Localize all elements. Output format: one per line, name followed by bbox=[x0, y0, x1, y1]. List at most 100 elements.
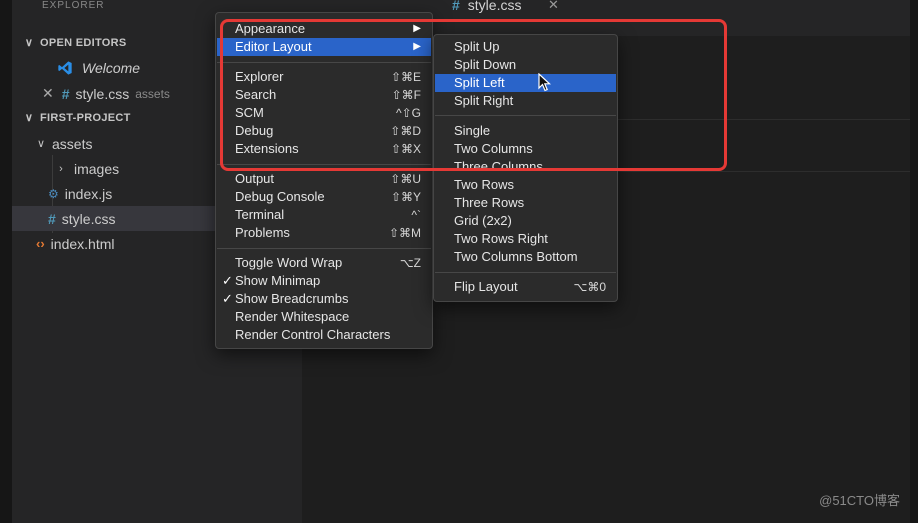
tree-item-label: index.html bbox=[50, 235, 115, 252]
menu-item-explorer[interactable]: Explorer ⇧⌘E bbox=[217, 68, 431, 86]
menu-item-debug[interactable]: Debug ⇧⌘D bbox=[217, 122, 431, 140]
menu-item-label: Grid (2x2) bbox=[454, 213, 512, 228]
menu-item-label: Debug Console bbox=[235, 189, 325, 204]
editor-layout-submenu: Split Up Split Down Split Left Split Rig… bbox=[433, 34, 618, 302]
menu-shortcut: ⇧⌘E bbox=[390, 70, 421, 84]
menu-separator bbox=[435, 115, 616, 116]
submenu-arrow-icon: ▶ bbox=[413, 41, 421, 52]
menu-item-two-columns-bottom[interactable]: Two Columns Bottom bbox=[435, 248, 616, 266]
tab-close-icon[interactable]: ✕ bbox=[548, 0, 559, 14]
menu-item-label: Output bbox=[235, 171, 275, 186]
menu-item-label: Split Right bbox=[454, 93, 514, 108]
menu-item-label: Three Columns bbox=[454, 159, 543, 174]
menu-shortcut: ⇧⌘M bbox=[388, 226, 421, 240]
menu-item-label: Split Left bbox=[454, 75, 505, 90]
menu-item-toggle-word-wrap[interactable]: Toggle Word Wrap ⌥Z bbox=[217, 254, 431, 272]
js-file-icon: ⚙ bbox=[48, 186, 59, 201]
menu-item-split-down[interactable]: Split Down bbox=[435, 56, 616, 74]
menu-shortcut: ⇧⌘F bbox=[391, 88, 421, 102]
menu-item-label: Toggle Word Wrap bbox=[235, 255, 343, 270]
tree-item-label: assets bbox=[52, 135, 93, 152]
menu-item-label: Debug bbox=[235, 123, 274, 138]
tab-label: style.css bbox=[467, 0, 522, 13]
tree-item-label: style.css bbox=[61, 210, 116, 227]
menu-item-two-rows[interactable]: Two Rows bbox=[435, 176, 616, 194]
view-menu: Appearance ▶ Editor Layout ▶ Explorer ⇧⌘… bbox=[215, 12, 433, 349]
menu-item-render-control-characters[interactable]: Render Control Characters bbox=[217, 326, 431, 344]
menu-item-label: Split Down bbox=[454, 57, 517, 72]
close-icon[interactable]: ✕ bbox=[42, 85, 54, 102]
submenu-arrow-icon: ▶ bbox=[413, 23, 421, 34]
menu-item-appearance[interactable]: Appearance ▶ bbox=[217, 20, 431, 38]
menu-item-split-right[interactable]: Split Right bbox=[435, 92, 616, 110]
menu-item-three-columns[interactable]: Three Columns bbox=[435, 158, 616, 176]
tree-item-label: index.js bbox=[64, 185, 113, 202]
tree-item-label: images bbox=[74, 160, 120, 177]
checkmark-icon: ✓ bbox=[222, 273, 233, 288]
menu-shortcut: ⌥⌘0 bbox=[573, 280, 606, 294]
css-file-icon: # bbox=[48, 210, 56, 227]
menu-item-two-rows-right[interactable]: Two Rows Right bbox=[435, 230, 616, 248]
menu-item-label: Render Control Characters bbox=[235, 327, 391, 342]
mouse-pointer-icon bbox=[538, 73, 552, 92]
checkmark-icon: ✓ bbox=[222, 291, 233, 306]
menu-item-flip-layout[interactable]: Flip Layout ⌥⌘0 bbox=[435, 278, 616, 296]
css-file-icon: # bbox=[61, 85, 70, 102]
menu-separator bbox=[217, 248, 431, 249]
open-editor-folder: assets bbox=[135, 86, 170, 101]
open-editor-label: Welcome bbox=[82, 59, 141, 76]
menu-separator bbox=[217, 62, 431, 63]
menu-item-label: Split Up bbox=[454, 39, 500, 54]
menu-item-show-minimap[interactable]: ✓ Show Minimap bbox=[217, 272, 431, 290]
menu-item-label: SCM bbox=[235, 105, 264, 120]
menu-item-single[interactable]: Single bbox=[435, 122, 616, 140]
vscode-icon bbox=[58, 60, 72, 75]
menu-item-label: Two Rows Right bbox=[454, 231, 548, 246]
menu-item-label: Flip Layout bbox=[454, 279, 518, 294]
menu-item-grid-2x2[interactable]: Grid (2x2) bbox=[435, 212, 616, 230]
html-file-icon: ‹› bbox=[36, 236, 45, 251]
menu-item-label: Show Breadcrumbs bbox=[235, 291, 349, 306]
menu-item-label: Search bbox=[235, 87, 277, 102]
menu-item-problems[interactable]: Problems ⇧⌘M bbox=[217, 224, 431, 242]
menu-shortcut: ⌥Z bbox=[399, 256, 421, 270]
menu-item-debug-console[interactable]: Debug Console ⇧⌘Y bbox=[217, 188, 431, 206]
menu-shortcut: ⇧⌘U bbox=[390, 172, 421, 186]
project-label: FIRST-PROJECT bbox=[40, 111, 131, 124]
sidebar-title: EXPLORER bbox=[42, 0, 105, 11]
menu-item-search[interactable]: Search ⇧⌘F bbox=[217, 86, 431, 104]
menu-item-label: Editor Layout bbox=[235, 39, 312, 54]
menu-item-label: Extensions bbox=[235, 141, 299, 156]
menu-shortcut: ⇧⌘X bbox=[390, 142, 421, 156]
watermark: @51CTO博客 bbox=[819, 493, 900, 508]
window-frame-right bbox=[910, 0, 918, 523]
menu-item-three-rows[interactable]: Three Rows bbox=[435, 194, 616, 212]
menu-item-label: Two Columns Bottom bbox=[454, 249, 578, 264]
menu-item-show-breadcrumbs[interactable]: ✓ Show Breadcrumbs bbox=[217, 290, 431, 308]
menu-separator bbox=[435, 272, 616, 273]
chevron-right-icon: › bbox=[59, 162, 63, 175]
open-editor-label: style.css bbox=[75, 85, 130, 102]
css-file-icon: # bbox=[452, 0, 460, 13]
menu-shortcut: ⇧⌘Y bbox=[390, 190, 421, 204]
menu-item-label: Two Columns bbox=[454, 141, 533, 156]
menu-item-terminal[interactable]: Terminal ^` bbox=[217, 206, 431, 224]
chevron-down-icon: ∨ bbox=[24, 37, 34, 49]
tab-style-css[interactable]: # style.css bbox=[452, 0, 521, 14]
menu-item-editor-layout[interactable]: Editor Layout ▶ bbox=[217, 38, 431, 56]
menu-item-extensions[interactable]: Extensions ⇧⌘X bbox=[217, 140, 431, 158]
menu-shortcut: ⇧⌘D bbox=[390, 124, 421, 138]
menu-item-label: Terminal bbox=[235, 207, 285, 222]
menu-item-split-left[interactable]: Split Left bbox=[435, 74, 616, 92]
menu-item-output[interactable]: Output ⇧⌘U bbox=[217, 170, 431, 188]
menu-item-split-up[interactable]: Split Up bbox=[435, 38, 616, 56]
menu-item-label: Three Rows bbox=[454, 195, 525, 210]
menu-item-label: Single bbox=[454, 123, 491, 138]
menu-item-label: Render Whitespace bbox=[235, 309, 350, 324]
menu-item-scm[interactable]: SCM ^⇧G bbox=[217, 104, 431, 122]
menu-shortcut: ^⇧G bbox=[395, 106, 421, 120]
menu-item-label: Problems bbox=[235, 225, 290, 240]
menu-item-two-columns[interactable]: Two Columns bbox=[435, 140, 616, 158]
menu-item-label: Show Minimap bbox=[235, 273, 321, 288]
menu-item-render-whitespace[interactable]: Render Whitespace bbox=[217, 308, 431, 326]
